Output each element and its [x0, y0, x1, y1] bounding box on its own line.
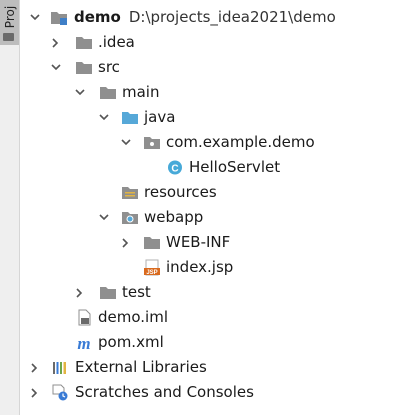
- tree-row-test[interactable]: test: [20, 280, 404, 305]
- chevron-down-icon[interactable]: [121, 138, 131, 146]
- tree-row-demo-iml[interactable]: demo.iml: [20, 305, 404, 330]
- java-class-icon: C: [166, 159, 184, 176]
- tree-item-label: com.example.demo: [166, 133, 315, 151]
- tree-row-web-inf[interactable]: WEB-INF: [20, 230, 404, 255]
- tree-row-java[interactable]: java: [20, 105, 404, 130]
- scratches-icon: [51, 384, 69, 401]
- chevron-right-icon[interactable]: [30, 388, 38, 398]
- tree-item-label: demo.iml: [98, 308, 168, 326]
- tree-row-pom-xml[interactable]: m pom.xml: [20, 330, 404, 355]
- tree-row-helloservlet[interactable]: C HelloServlet: [20, 155, 404, 180]
- folder-icon: [99, 84, 117, 101]
- chevron-right-icon[interactable]: [121, 238, 129, 248]
- svg-text:C: C: [171, 164, 178, 175]
- chevron-down-icon[interactable]: [99, 213, 109, 221]
- tree-row-src[interactable]: src: [20, 55, 404, 80]
- tree-row-main[interactable]: main: [20, 80, 404, 105]
- package-icon: [143, 134, 161, 151]
- tree-row-idea[interactable]: .idea: [20, 30, 404, 55]
- resources-root-icon: [121, 184, 139, 201]
- chevron-down-icon[interactable]: [51, 63, 61, 71]
- chevron-right-icon[interactable]: [51, 38, 59, 48]
- chevron-down-icon[interactable]: [30, 13, 40, 21]
- tree-row-scratches[interactable]: Scratches and Consoles: [20, 380, 404, 405]
- tree-row-demo[interactable]: demo D:\projects_idea2021\demo: [20, 5, 404, 30]
- jsp-file-icon: JSP: [143, 259, 161, 276]
- tree-item-label: .idea: [98, 33, 135, 51]
- tree-item-label: src: [98, 58, 120, 76]
- tree-item-label: resources: [144, 183, 217, 201]
- root-project-path: D:\projects_idea2021\demo: [128, 8, 336, 26]
- module-folder-icon: [50, 9, 68, 26]
- svg-text:m: m: [77, 334, 90, 351]
- tree-row-index-jsp[interactable]: JSP index.jsp: [20, 255, 404, 280]
- chevron-down-icon[interactable]: [99, 113, 109, 121]
- iml-file-icon: [75, 309, 93, 326]
- tree-row-package[interactable]: com.example.demo: [20, 130, 404, 155]
- tree-row-external-libraries[interactable]: External Libraries: [20, 355, 404, 380]
- chevron-right-icon[interactable]: [30, 363, 38, 373]
- chevron-right-icon[interactable]: [75, 288, 83, 298]
- folder-icon: [143, 234, 161, 251]
- tree-item-label: test: [122, 283, 151, 301]
- project-tree: demo D:\projects_idea2021\demo .idea src …: [20, 5, 404, 405]
- tree-item-label: External Libraries: [75, 358, 207, 376]
- folder-icon: [3, 33, 14, 41]
- web-folder-icon: [121, 209, 139, 226]
- project-tab-label: Proj: [3, 5, 17, 29]
- tree-item-label: webapp: [144, 208, 204, 226]
- tree-item-label: HelloServlet: [189, 158, 281, 176]
- tree-row-resources[interactable]: resources: [20, 180, 404, 205]
- project-tool-strip: Proj: [0, 0, 20, 415]
- chevron-down-icon[interactable]: [75, 88, 85, 96]
- source-root-icon: [121, 109, 139, 126]
- tree-item-label: main: [122, 83, 160, 101]
- folder-icon: [99, 284, 117, 301]
- tree-item-label: WEB-INF: [166, 233, 231, 251]
- tree-item-label: Scratches and Consoles: [75, 383, 254, 401]
- tree-item-label: pom.xml: [98, 333, 164, 351]
- root-project-name: demo: [74, 8, 121, 26]
- tree-item-label: index.jsp: [166, 258, 234, 276]
- tree-row-webapp[interactable]: webapp: [20, 205, 404, 230]
- tree-item-label: java: [144, 108, 176, 126]
- libraries-icon: [51, 359, 69, 376]
- svg-text:JSP: JSP: [146, 270, 157, 276]
- folder-icon: [75, 59, 93, 76]
- folder-icon: [75, 34, 93, 51]
- maven-pom-icon: m: [75, 334, 93, 351]
